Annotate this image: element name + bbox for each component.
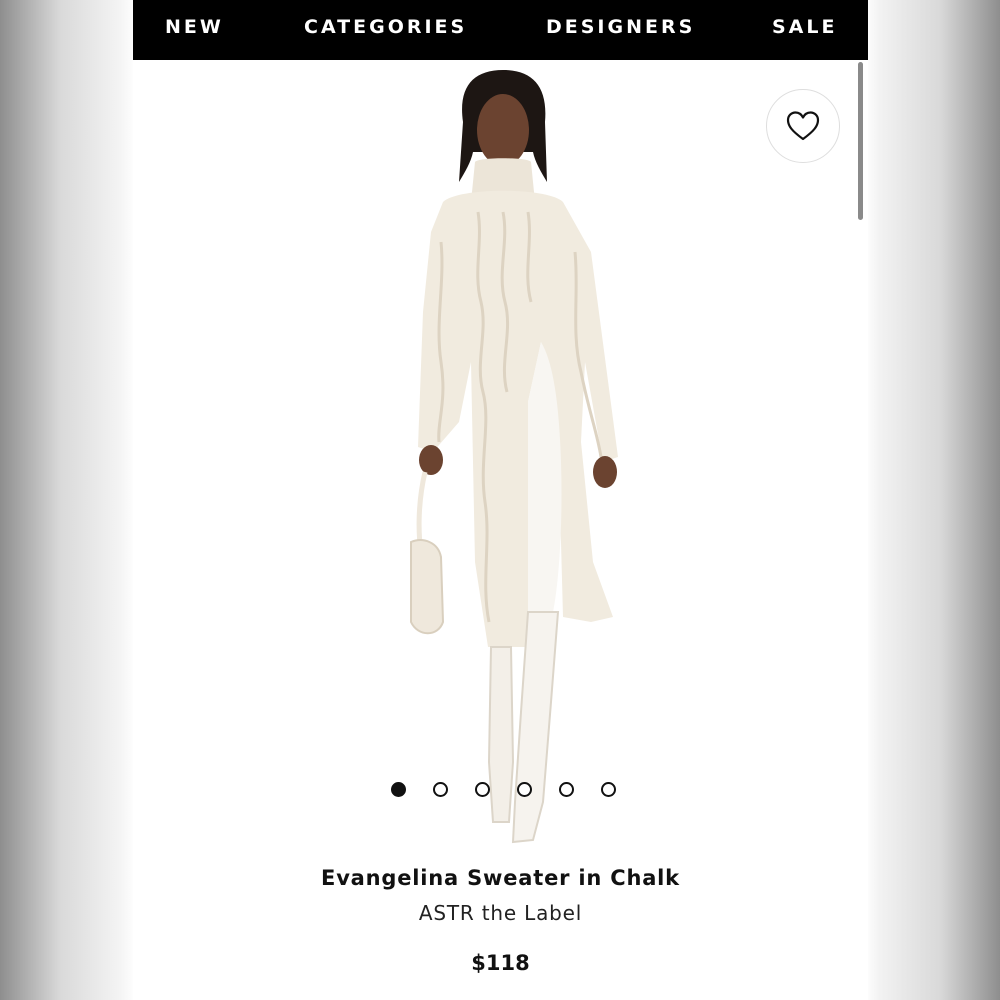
nav-new[interactable]: NEW — [165, 16, 224, 38]
carousel-dot-1[interactable] — [391, 782, 406, 797]
product-title: Evangelina Sweater in Chalk — [321, 866, 680, 890]
nav-categories[interactable]: CATEGORIES — [304, 16, 467, 38]
carousel-dot-3[interactable] — [475, 782, 490, 797]
nav-designers[interactable]: DESIGNERS — [546, 16, 695, 38]
product-page: NEW CATEGORIES DESIGNERS SALE Evangelina… — [133, 0, 868, 1000]
nav-sale[interactable]: SALE — [772, 16, 837, 38]
wishlist-button[interactable] — [766, 89, 840, 163]
carousel-dot-6[interactable] — [601, 782, 616, 797]
carousel-dot-5[interactable] — [559, 782, 574, 797]
top-navigation: NEW CATEGORIES DESIGNERS SALE — [133, 0, 868, 60]
heart-icon — [786, 111, 820, 141]
product-brand[interactable]: ASTR the Label — [133, 901, 868, 925]
scrollbar[interactable] — [858, 62, 863, 220]
product-price: $118 — [471, 951, 530, 975]
carousel-dot-2[interactable] — [433, 782, 448, 797]
carousel-dot-4[interactable] — [517, 782, 532, 797]
carousel-dots — [391, 782, 616, 798]
product-image[interactable] — [363, 62, 643, 852]
